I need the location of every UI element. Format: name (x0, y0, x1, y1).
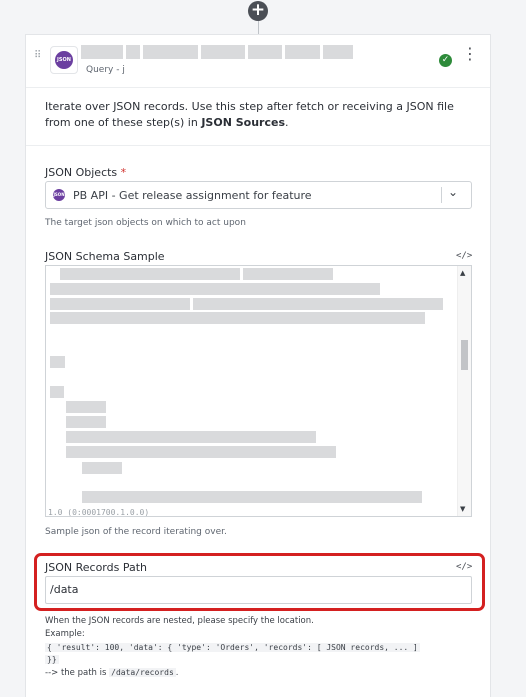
example-code-line: { 'result': 100, 'data': { 'type': 'Orde… (45, 643, 420, 652)
schema-redacted-line (50, 283, 383, 295)
select-separator (441, 187, 442, 203)
json-records-path-label: JSON Records Path (45, 561, 148, 574)
schema-partial-line: 1.0 (0:0001700.1.0.0) (48, 508, 150, 517)
step-title-redacted (81, 45, 356, 59)
drag-handle-icon[interactable]: ⠿ (34, 51, 42, 61)
schema-redacted-line (82, 491, 425, 503)
step-header[interactable]: ⠿ JSON Query - j ✓ ⋮ (26, 35, 490, 88)
records-path-result: --> the path is /data/records. (45, 668, 179, 678)
json-schema-help: Sample json of the record iterating over… (45, 527, 227, 537)
step-description: Iterate over JSON records. Use this step… (45, 100, 454, 129)
scroll-down-icon[interactable]: ▼ (460, 505, 465, 513)
schema-redacted-line (50, 312, 428, 324)
json-objects-selected-value: PB API - Get release assignment for feat… (73, 189, 312, 202)
json-sources-link: JSON Sources (201, 116, 286, 129)
chevron-down-icon[interactable]: ⌄ (448, 185, 458, 199)
schema-redacted-line (50, 386, 67, 398)
divider (26, 145, 490, 146)
success-check-icon: ✓ (439, 54, 452, 67)
records-path-help: When the JSON records are nested, please… (45, 616, 314, 626)
scroll-thumb[interactable] (461, 340, 468, 370)
json-objects-select[interactable]: JSON PB API - Get release assignment for… (45, 181, 472, 209)
json-app-icon: JSON (53, 189, 65, 201)
json-app-icon: JSON (55, 51, 73, 69)
schema-redacted-line (66, 416, 109, 428)
schema-scrollbar[interactable]: ▲ ▼ (457, 266, 471, 516)
json-records-path-input[interactable]: /data (45, 576, 472, 604)
code-view-icon[interactable]: </> (456, 251, 472, 261)
json-schema-label: JSON Schema Sample (45, 250, 165, 263)
scroll-up-icon[interactable]: ▲ (460, 269, 465, 277)
code-view-icon[interactable]: </> (456, 562, 472, 572)
schema-redacted-line (66, 446, 339, 458)
json-objects-label: JSON Objects * (45, 166, 127, 179)
example-code-line: }} (45, 655, 59, 664)
step-card: ⠿ JSON Query - j ✓ ⋮ Iterate over JSON r… (25, 34, 491, 697)
add-step-button[interactable]: + (248, 1, 268, 21)
schema-redacted-line (66, 431, 319, 443)
app-tile: JSON (50, 46, 78, 74)
json-schema-editor[interactable]: 1.0 (0:0001700.1.0.0) ▲ ▼ (45, 265, 472, 517)
schema-redacted-line (50, 356, 68, 368)
more-options-icon[interactable]: ⋮ (462, 46, 478, 62)
step-subtitle: Query - j (86, 65, 125, 75)
path-code: /data/records (109, 668, 176, 677)
schema-redacted-line (82, 462, 125, 474)
json-objects-help: The target json objects on which to act … (45, 218, 246, 228)
schema-redacted-line (60, 268, 336, 280)
required-mark: * (120, 166, 127, 179)
schema-redacted-line (50, 298, 446, 310)
records-path-example-label: Example: (45, 629, 85, 639)
schema-redacted-line (66, 401, 109, 413)
